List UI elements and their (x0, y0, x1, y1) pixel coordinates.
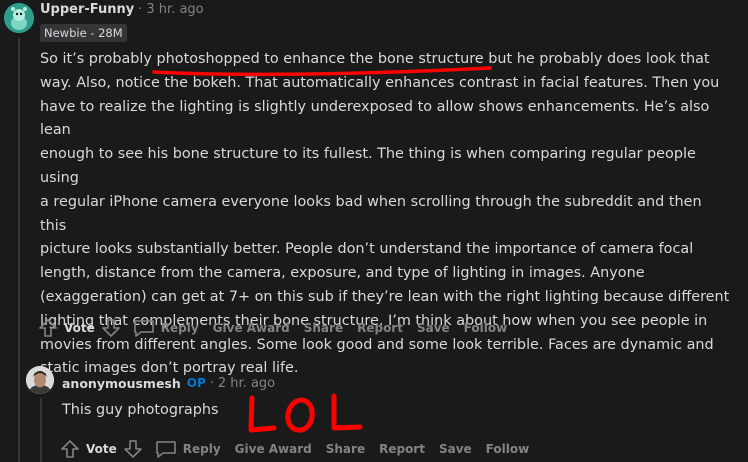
comment-body: This guy photographs (62, 402, 219, 418)
user-flair: Newbie - 28M (40, 22, 127, 42)
separator: · (138, 1, 143, 17)
upvote-icon[interactable] (38, 318, 58, 338)
red-underline-annotation (152, 66, 492, 77)
follow-button[interactable]: Follow (464, 321, 508, 335)
comment-line: length, distance from the camera, exposu… (40, 265, 645, 282)
reply-button[interactable]: Reply (133, 318, 199, 338)
reply-icon (155, 441, 176, 458)
handwritten-lol-annotation (248, 393, 363, 433)
timestamp[interactable]: 2 hr. ago (218, 376, 275, 391)
thread-line-reply[interactable] (40, 398, 42, 462)
give-award-button[interactable]: Give Award (213, 321, 290, 335)
comment-line: enough to see his bone structure to its … (40, 146, 696, 186)
separator: · (209, 375, 214, 391)
comment-action-bar: Vote Reply Give Award Share Report Save … (60, 437, 543, 461)
report-button[interactable]: Report (357, 321, 403, 335)
username[interactable]: Upper-Funny (40, 2, 134, 17)
report-button[interactable]: Report (379, 442, 425, 456)
flair-badge: Newbie - 28M (40, 24, 127, 42)
comment-line: picture looks substantially better. Peop… (40, 241, 694, 258)
reply-label: Reply (160, 321, 199, 335)
user-photo-avatar-icon (26, 366, 54, 394)
downvote-icon[interactable] (101, 318, 121, 338)
upvote-icon[interactable] (60, 439, 80, 459)
give-award-button[interactable]: Give Award (235, 442, 312, 456)
avatar[interactable] (26, 366, 54, 394)
username[interactable]: anonymousmesh (62, 376, 181, 391)
comment-header: anonymousmesh OP · 2 hr. ago (62, 374, 275, 392)
follow-button[interactable]: Follow (486, 442, 530, 456)
share-button[interactable]: Share (304, 321, 343, 335)
save-button[interactable]: Save (439, 442, 472, 456)
downvote-icon[interactable] (123, 439, 143, 459)
thread-line[interactable] (18, 38, 20, 462)
comment-line: (exaggeration) can get at 7+ on this sub… (40, 288, 730, 305)
reply-button[interactable]: Reply (155, 439, 221, 459)
comment-header: Upper-Funny · 3 hr. ago (40, 0, 204, 18)
vote-count: Vote (64, 321, 95, 335)
reply-icon (133, 320, 154, 337)
comment-line: have to realize the lighting is slightly… (40, 98, 710, 139)
avatar[interactable] (4, 3, 34, 33)
share-button[interactable]: Share (326, 442, 365, 456)
reply-label: Reply (182, 442, 221, 456)
comment-line: a regular iPhone camera everyone looks b… (40, 193, 702, 234)
snoo-avatar-icon (4, 3, 34, 33)
op-badge: OP (186, 376, 206, 390)
timestamp[interactable]: 3 hr. ago (146, 2, 203, 17)
comment-action-bar: Vote Reply Give Award Share Report Save … (38, 316, 521, 340)
save-button[interactable]: Save (417, 321, 450, 335)
vote-count: Vote (86, 442, 117, 456)
